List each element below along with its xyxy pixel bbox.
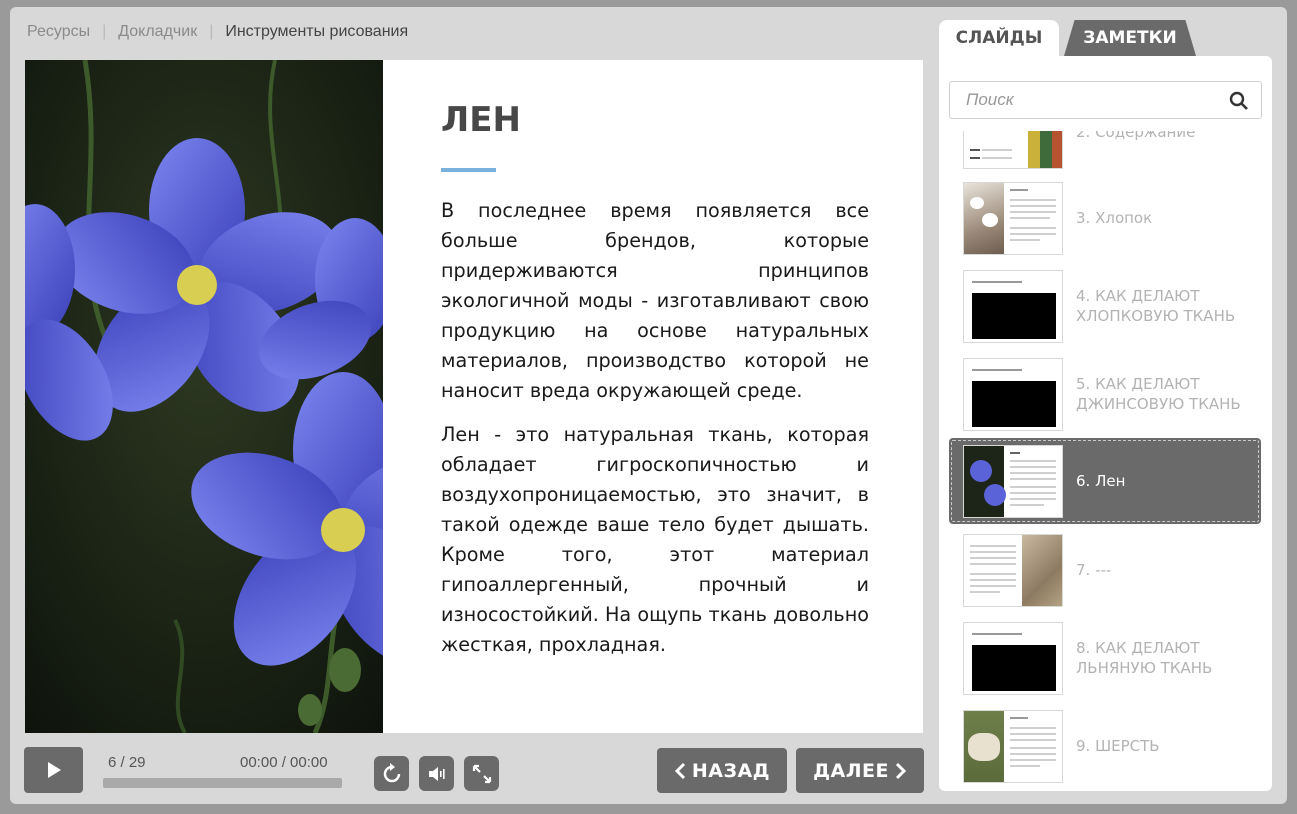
search-box (949, 81, 1262, 119)
prev-button-label: НАЗАД (691, 759, 771, 782)
slide-list-item-label: 7. --- (1076, 561, 1112, 579)
next-button[interactable]: ДАЛЕЕ (796, 748, 924, 793)
replay-icon (383, 762, 400, 782)
slide-thumbnail (963, 131, 1063, 169)
play-button[interactable] (24, 747, 83, 793)
breadcrumb-separator: | (102, 23, 107, 40)
slide-list-item-label: 8. КАК ДЕЛАЮТ ЛЬНЯНУЮ ТКАНЬ (1076, 639, 1213, 677)
slide-list-item-label: 5. КАК ДЕЛАЮТ ДЖИНСОВУЮ ТКАНЬ (1076, 375, 1241, 413)
slide-list-item[interactable]: 5. КАК ДЕЛАЮТ ДЖИНСОВУЮ ТКАНЬ (949, 351, 1261, 437)
search-icon[interactable] (1229, 91, 1249, 116)
video-thumbnail (972, 645, 1056, 691)
breadcrumb: Ресурсы | Докладчик | Инструменты рисова… (27, 22, 408, 42)
breadcrumb-drawing-tools[interactable]: Инструменты рисования (225, 23, 408, 41)
tab-slides[interactable]: СЛАЙДЫ (939, 20, 1059, 56)
slides-panel: 2. Содержание 3. Хлопок (939, 56, 1272, 791)
slide-paragraph-1: В последнее время появляется все больше … (441, 199, 869, 402)
video-thumbnail (972, 293, 1056, 339)
fullscreen-button[interactable] (464, 756, 499, 791)
slide-thumbnail (963, 710, 1063, 783)
search-input[interactable] (950, 82, 1220, 118)
slide-list-item-selected[interactable]: 6. Лен (949, 438, 1261, 524)
slide-list-item[interactable]: 9. ШЕРСТЬ (949, 703, 1261, 789)
slide-list-item-label: 4. КАК ДЕЛАЮТ ХЛОПКОВУЮ ТКАНЬ (1076, 287, 1236, 325)
time-display: 00:00 / 00:00 (240, 754, 328, 771)
slide-thumbnail (963, 270, 1063, 343)
slide-counter: 6 / 29 (108, 754, 146, 771)
slide-title: ЛЕН (441, 100, 521, 140)
slide-thumbnail (963, 182, 1063, 255)
slide-paragraph-2: Лен - это натуральная ткань, которая обл… (441, 423, 869, 656)
fullscreen-icon (472, 764, 491, 783)
play-icon (47, 762, 61, 778)
slide-thumbnail (963, 358, 1063, 431)
breadcrumb-resources[interactable]: Ресурсы (27, 23, 90, 41)
slide-thumbnail (963, 534, 1063, 607)
slide-canvas: ЛЕН В последнее время появляется все бол… (25, 60, 923, 733)
slide-list-item-label: 9. ШЕРСТЬ (1076, 737, 1160, 755)
slide-list-item[interactable]: 3. Хлопок (949, 175, 1261, 261)
video-thumbnail (972, 381, 1056, 427)
volume-button[interactable] (419, 756, 454, 791)
slide-list-item[interactable]: 8. КАК ДЕЛАЮТ ЛЬНЯНУЮ ТКАНЬ (949, 615, 1261, 701)
slide-list-item-label: 3. Хлопок (1076, 209, 1153, 227)
slide-list: 2. Содержание 3. Хлопок 4. КАК ДЕЛАЮТ ХЛ… (939, 131, 1272, 791)
next-button-label: ДАЛЕЕ (813, 759, 889, 782)
progress-bar[interactable] (103, 778, 342, 788)
slide-list-item[interactable]: 2. Содержание (949, 131, 1261, 175)
chevron-left-icon (674, 762, 685, 779)
slide-content: ЛЕН В последнее время появляется все бол… (441, 100, 869, 674)
slide-list-item-label: 2. Содержание (1076, 131, 1196, 141)
slide-list-item[interactable]: 7. --- (949, 527, 1261, 613)
volume-icon (428, 766, 445, 781)
slide-list-item[interactable]: 4. КАК ДЕЛАЮТ ХЛОПКОВУЮ ТКАНЬ (949, 263, 1261, 349)
slide-thumbnail (963, 445, 1063, 518)
flax-flower-photo (25, 60, 383, 733)
breadcrumb-separator: | (209, 23, 214, 40)
prev-button[interactable]: НАЗАД (657, 748, 787, 793)
tab-notes[interactable]: ЗАМЕТКИ (1064, 20, 1196, 56)
slide-thumbnail (963, 622, 1063, 695)
replay-button[interactable] (374, 756, 409, 791)
slide-list-item-label: 6. Лен (1076, 472, 1126, 490)
chevron-right-icon (895, 762, 907, 779)
title-underline (441, 168, 496, 172)
breadcrumb-presenter[interactable]: Докладчик (118, 23, 197, 41)
